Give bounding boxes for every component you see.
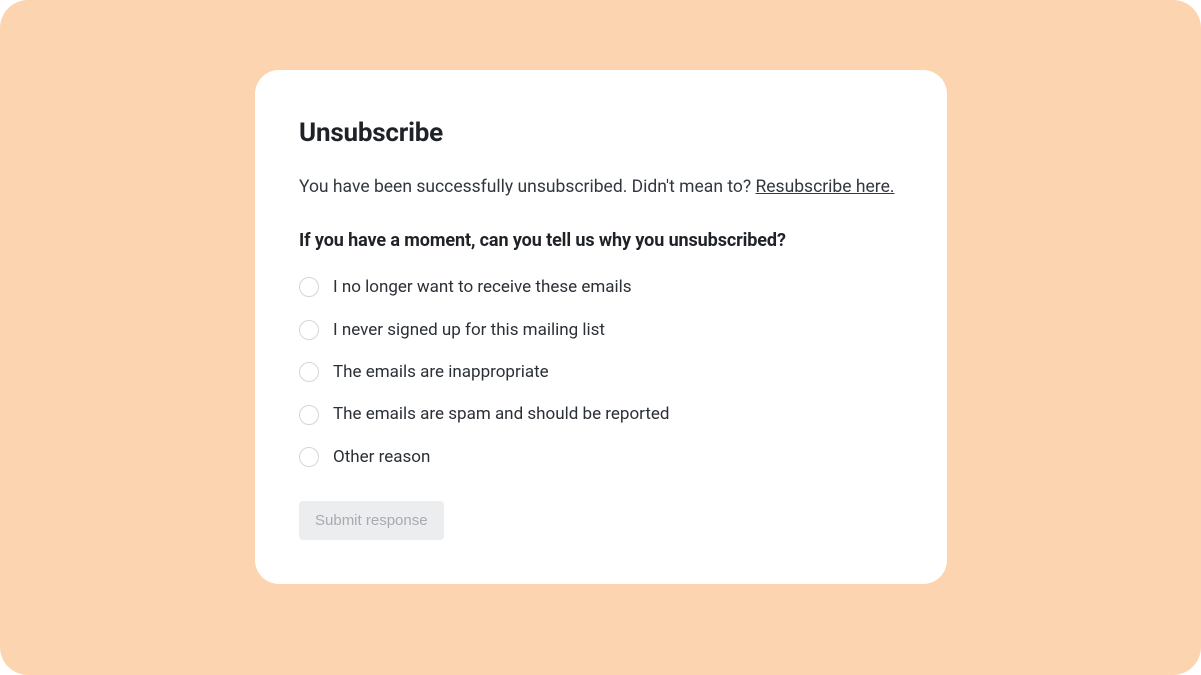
submit-button[interactable]: Submit response <box>299 501 444 540</box>
radio-icon <box>299 320 319 340</box>
reason-option[interactable]: The emails are spam and should be report… <box>299 404 903 424</box>
confirmation-text: You have been successfully unsubscribed.… <box>299 177 755 197</box>
page-background: Unsubscribe You have been successfully u… <box>0 0 1201 675</box>
radio-icon <box>299 277 319 297</box>
confirmation-message: You have been successfully unsubscribed.… <box>299 174 903 200</box>
reason-option[interactable]: I never signed up for this mailing list <box>299 320 903 340</box>
reason-option-label: Other reason <box>333 447 430 467</box>
survey-prompt: If you have a moment, can you tell us wh… <box>299 230 903 251</box>
reason-options: I no longer want to receive these emails… <box>299 277 903 467</box>
radio-icon <box>299 447 319 467</box>
reason-option-label: The emails are spam and should be report… <box>333 404 670 424</box>
radio-icon <box>299 362 319 382</box>
reason-option[interactable]: I no longer want to receive these emails <box>299 277 903 297</box>
resubscribe-link[interactable]: Resubscribe here. <box>755 177 894 197</box>
reason-option[interactable]: Other reason <box>299 447 903 467</box>
reason-option-label: I never signed up for this mailing list <box>333 320 605 340</box>
radio-icon <box>299 405 319 425</box>
unsubscribe-card: Unsubscribe You have been successfully u… <box>255 70 947 584</box>
page-title: Unsubscribe <box>299 118 903 148</box>
reason-option-label: The emails are inappropriate <box>333 362 549 382</box>
reason-option-label: I no longer want to receive these emails <box>333 277 632 297</box>
reason-option[interactable]: The emails are inappropriate <box>299 362 903 382</box>
